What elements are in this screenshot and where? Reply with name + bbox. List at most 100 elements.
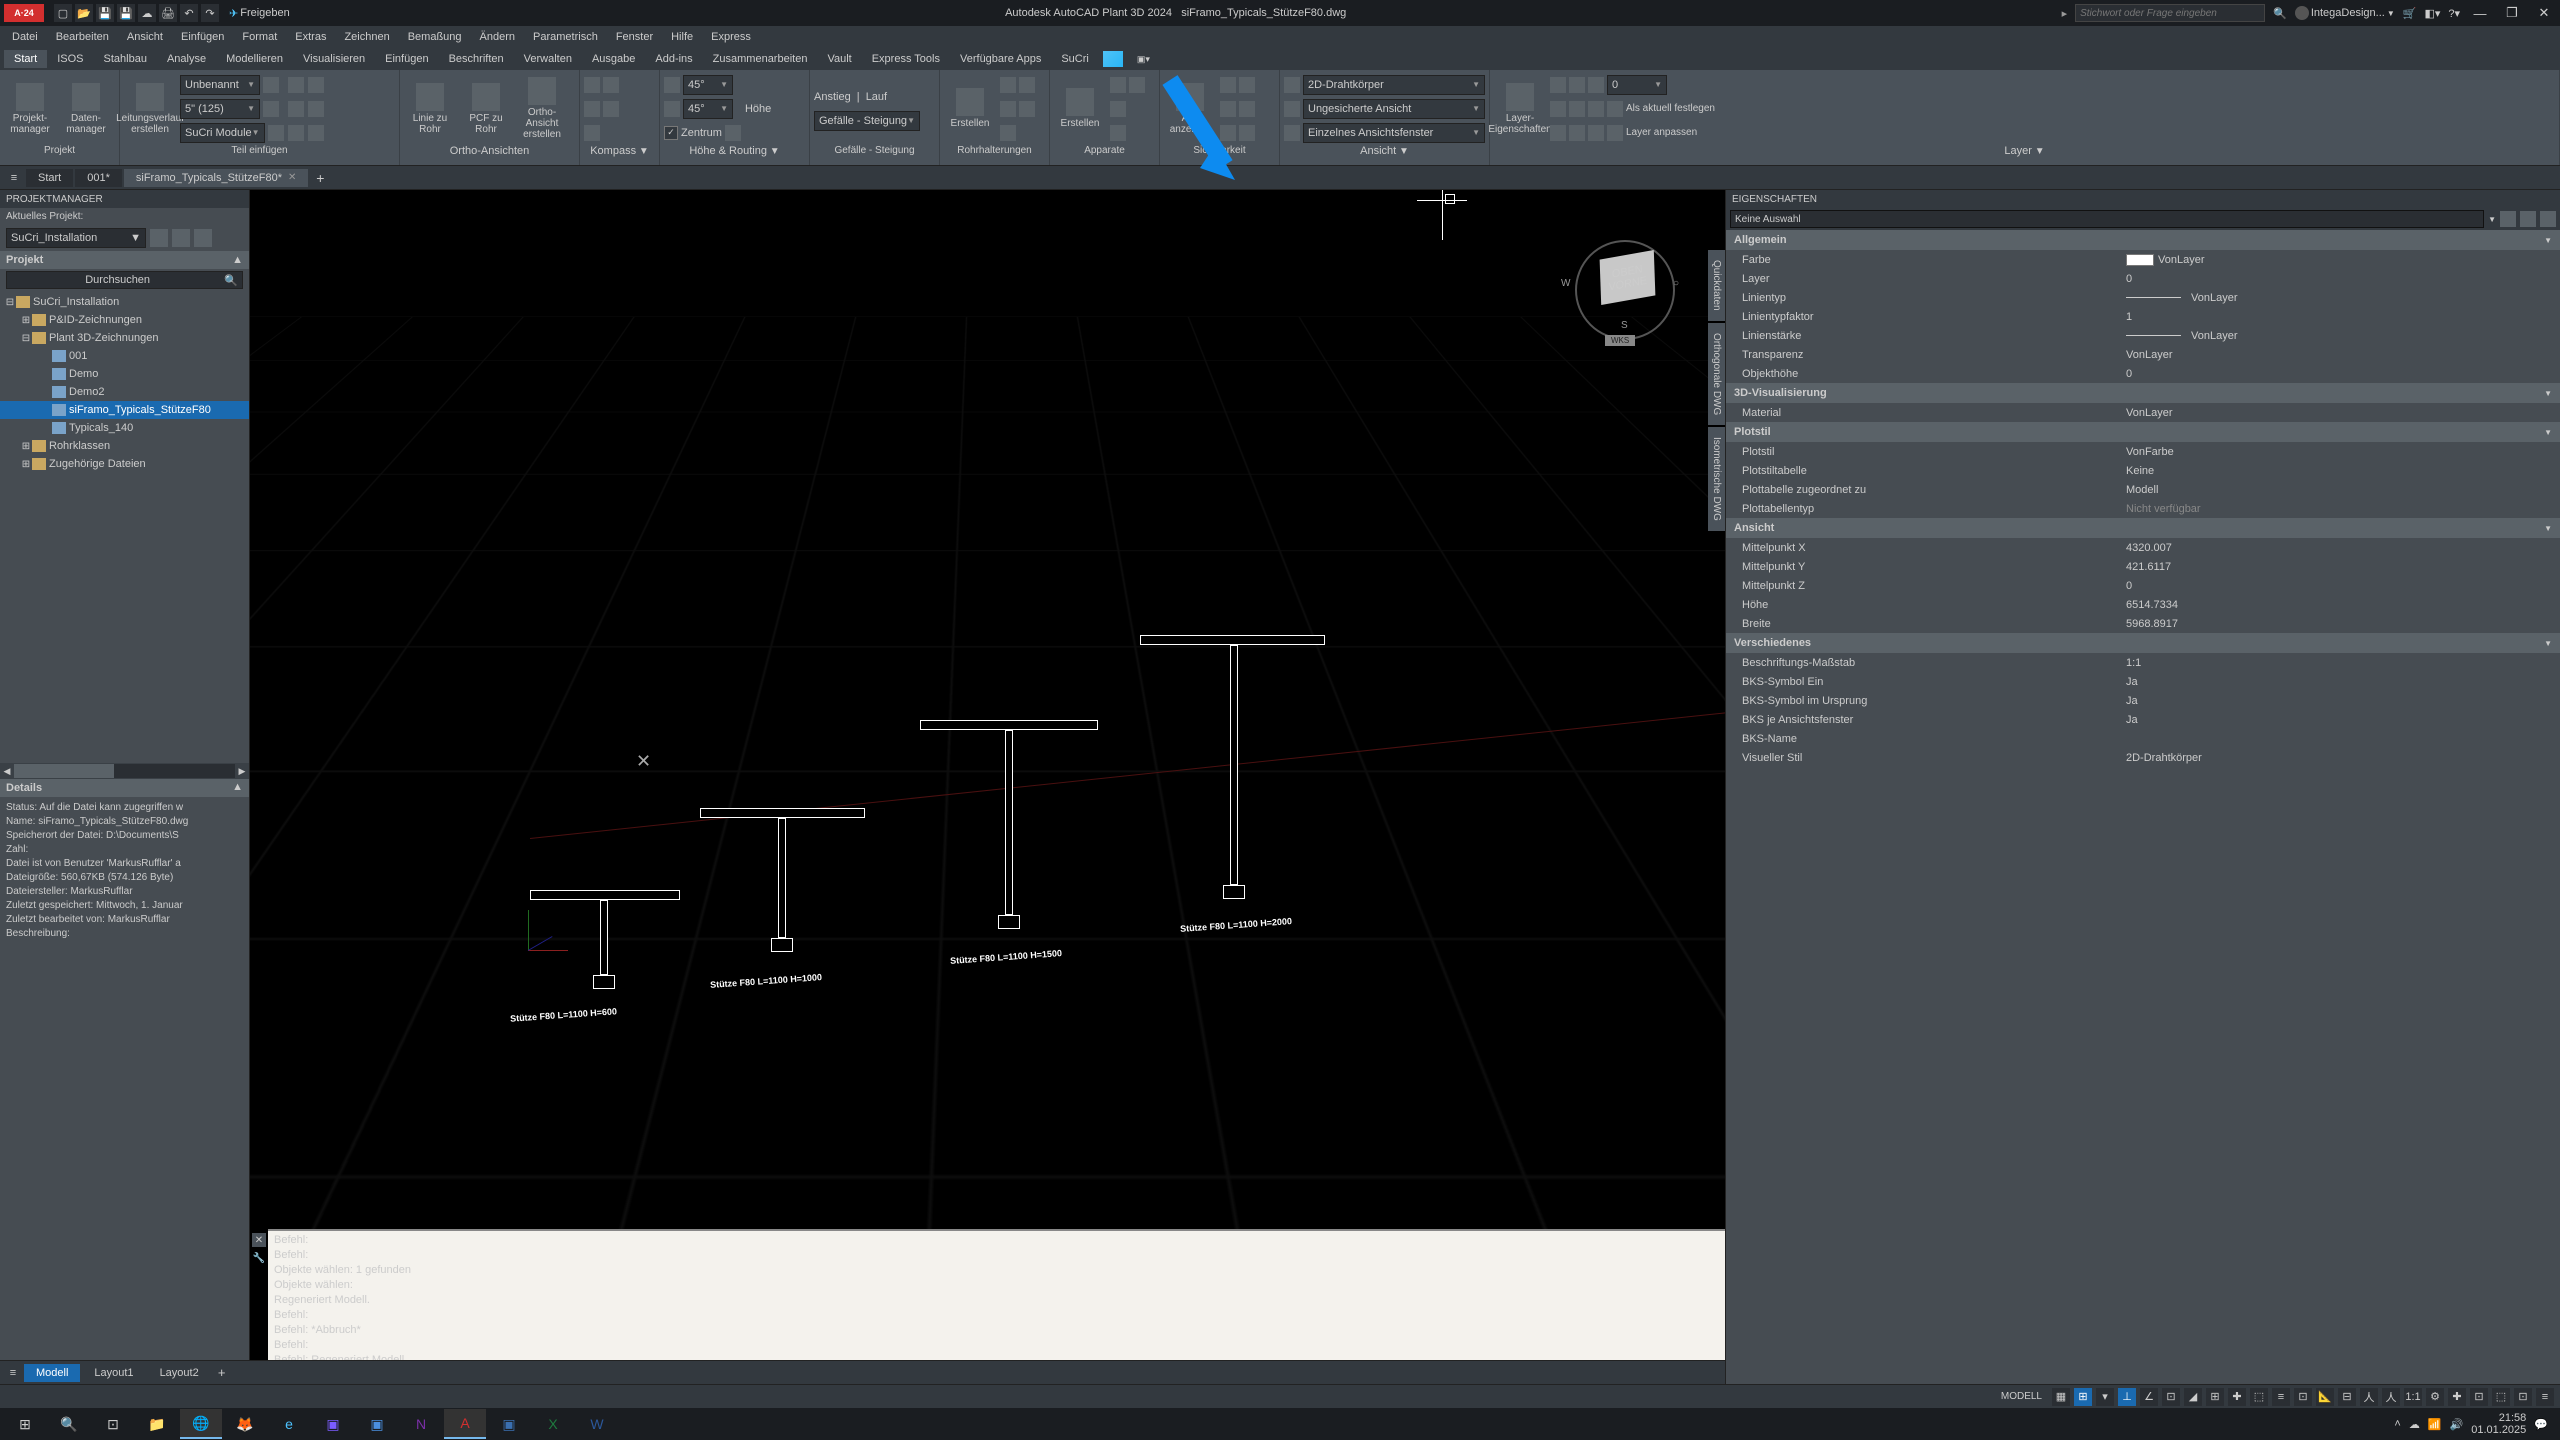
doc-tab-siframo[interactable]: siFramo_Typicals_StützeF80*✕ (124, 169, 309, 187)
app-button-3[interactable]: ▣ (488, 1409, 530, 1439)
status-icon-19[interactable]: ✚ (2448, 1388, 2466, 1406)
view-icon-2[interactable] (1284, 101, 1300, 117)
cmdhist-settings-icon[interactable]: 🔧 (252, 1251, 266, 1265)
menu-format[interactable]: Format (234, 29, 285, 45)
visual-style-dropdown[interactable]: 2D-Drahtkörper▼ (1303, 75, 1485, 95)
menu-datei[interactable]: Datei (4, 29, 46, 45)
menu-bearbeiten[interactable]: Bearbeiten (48, 29, 117, 45)
menu-ansicht[interactable]: Ansicht (119, 29, 171, 45)
app-button-1[interactable]: ▣ (312, 1409, 354, 1439)
ribbon-color-icon[interactable] (1103, 51, 1123, 67)
tree-hscroll[interactable]: ◀▶ (0, 763, 249, 779)
status-icon-14[interactable]: ⊟ (2338, 1388, 2356, 1406)
new-layout-button[interactable]: + (213, 1365, 231, 1380)
selection-dropdown[interactable]: Keine Auswahl (1730, 210, 2484, 228)
status-modell[interactable]: MODELL (1995, 1389, 2048, 1404)
explorer-button[interactable]: 📁 (136, 1409, 178, 1439)
pm-search-input[interactable]: Durchsuchen🔍 (6, 271, 243, 289)
status-icon-17[interactable]: 1:1 (2404, 1388, 2422, 1406)
help-search-input[interactable]: Stichwort oder Frage eingeben (2075, 4, 2265, 22)
app-button-2[interactable]: ▣ (356, 1409, 398, 1439)
ribbon-tab-verwalten[interactable]: Verwalten (514, 50, 582, 68)
ortho-view-button[interactable]: Ortho-Ansicht erstellen (516, 75, 568, 142)
rh-icon-4[interactable] (1019, 101, 1035, 117)
leitungsverlauf-button[interactable]: Leitungsverlauf erstellen (124, 81, 176, 137)
rh-icon-2[interactable] (1019, 77, 1035, 93)
menu-parametrisch[interactable]: Parametrisch (525, 29, 606, 45)
vis-icon-5[interactable] (1220, 125, 1236, 141)
layer-icon-9[interactable] (1569, 125, 1585, 141)
rh-icon-5[interactable] (1000, 125, 1016, 141)
menu-fenster[interactable]: Fenster (608, 29, 661, 45)
status-icon-10[interactable]: ⬚ (2250, 1388, 2268, 1406)
sucri-module-dropdown[interactable]: SuCri Module▼ (180, 123, 265, 143)
layer-icon-5[interactable] (1569, 101, 1585, 117)
status-icon-11[interactable]: ≡ (2272, 1388, 2290, 1406)
section-collapse-icon[interactable]: ▲ (232, 781, 243, 795)
vis-icon-1[interactable] (1220, 77, 1236, 93)
angle-icon-1[interactable] (664, 77, 680, 93)
alle-anzeigen-button[interactable]: Alle anzeigen (1164, 81, 1216, 137)
size-icon[interactable] (263, 101, 279, 117)
user-menu[interactable]: IntegaDesign... ▼ (2295, 6, 2395, 20)
ribbon-tab-analyse[interactable]: Analyse (157, 50, 216, 68)
ribbon-tab-isos[interactable]: ISOS (47, 50, 93, 68)
app-icon-2[interactable] (1129, 77, 1145, 93)
spec-icon[interactable] (263, 77, 279, 93)
ribbon-tab-ausgabe[interactable]: Ausgabe (582, 50, 645, 68)
status-icon-6[interactable]: ⊡ (2162, 1388, 2180, 1406)
excel-button[interactable]: X (532, 1409, 574, 1439)
tray-volume-icon[interactable]: 🔊 (2450, 1418, 2464, 1431)
props-icon-1[interactable] (2500, 211, 2516, 227)
part-icon-2[interactable] (288, 101, 304, 117)
project-manager-button[interactable]: Projekt- manager (4, 81, 56, 137)
details-icon-2[interactable] (200, 781, 214, 795)
view-icon-3[interactable] (1284, 125, 1300, 141)
tray-chevron-icon[interactable]: ˄ (2394, 1418, 2400, 1430)
part-icon-1[interactable] (288, 77, 304, 93)
layer-icon-1[interactable] (1550, 77, 1566, 93)
minimize-button[interactable]: — (2468, 3, 2492, 23)
menu-hilfe[interactable]: Hilfe (663, 29, 701, 45)
edge-button[interactable]: e (268, 1409, 310, 1439)
apps-icon[interactable]: ◧▾ (2424, 7, 2440, 20)
help-icon[interactable]: ?▾ (2448, 7, 2460, 20)
search-button[interactable]: 🔍 (48, 1409, 90, 1439)
ribbon-tab-vault[interactable]: Vault (817, 50, 861, 68)
status-icon-7[interactable]: ◢ (2184, 1388, 2202, 1406)
status-settings-icon[interactable]: ⚙ (2426, 1388, 2444, 1406)
close-button[interactable]: ✕ (2532, 3, 2556, 23)
props-icon-2[interactable] (2520, 211, 2536, 227)
apparate-erstellen-button[interactable]: Erstellen (1054, 86, 1106, 131)
tray-notifications-icon[interactable]: 💬 (2534, 1418, 2548, 1431)
layout-menu-icon[interactable]: ≡ (4, 1367, 22, 1379)
menu-zeichnen[interactable]: Zeichnen (336, 29, 397, 45)
vis-icon-3[interactable] (1220, 101, 1236, 117)
ribbon-tab-modellieren[interactable]: Modellieren (216, 50, 293, 68)
compass-icon-1[interactable] (584, 77, 600, 93)
layer-icon-10[interactable] (1588, 125, 1604, 141)
status-icon-21[interactable]: ⬚ (2492, 1388, 2510, 1406)
status-snap-icon[interactable]: ⊞ (2074, 1388, 2092, 1406)
cart-icon[interactable]: 🛒 (2403, 7, 2417, 20)
app-icon-4[interactable] (1110, 125, 1126, 141)
status-ortho-icon[interactable]: ⊥ (2118, 1388, 2136, 1406)
details-icon-3[interactable] (216, 781, 230, 795)
details-icon-1[interactable] (184, 781, 198, 795)
props-icon-3[interactable] (2540, 211, 2556, 227)
rh-icon-1[interactable] (1000, 77, 1016, 93)
layer-dropdown[interactable]: 0▼ (1607, 75, 1667, 95)
status-icon-16[interactable]: 人 (2382, 1388, 2400, 1406)
search-icon[interactable]: 🔍 (2273, 7, 2287, 20)
part-icon-6[interactable] (308, 125, 324, 141)
menu-bemassung[interactable]: Bemaßung (400, 29, 470, 45)
taskview-button[interactable]: ⊡ (92, 1409, 134, 1439)
menu-express[interactable]: Express (703, 29, 759, 45)
layout-tab-modell[interactable]: Modell (24, 1364, 80, 1382)
pm-refresh-icon[interactable] (150, 229, 168, 247)
chrome-button[interactable]: 🌐 (180, 1409, 222, 1439)
qat-redo-icon[interactable]: ↷ (201, 4, 219, 22)
onenote-button[interactable]: N (400, 1409, 442, 1439)
ribbon-tab-stahlbau[interactable]: Stahlbau (94, 50, 157, 68)
tray-network-icon[interactable]: 📶 (2428, 1418, 2442, 1431)
